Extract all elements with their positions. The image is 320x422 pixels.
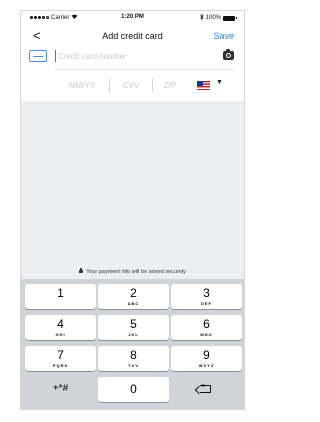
lock-icon <box>79 268 84 274</box>
key-digit: 7 <box>57 348 64 362</box>
key-letters: GHI <box>55 332 66 337</box>
key-letters: MNO <box>200 332 213 337</box>
card-details-row: ▼ <box>21 75 244 95</box>
key-4[interactable]: 4 GHI <box>25 315 96 340</box>
key-5[interactable]: 5 JKL <box>98 315 169 340</box>
key-digit: 4 <box>57 317 64 331</box>
key-digit: 5 <box>130 317 137 331</box>
key-9[interactable]: 9 WXYZ <box>171 346 242 371</box>
text-cursor <box>55 50 56 62</box>
camera-icon[interactable] <box>223 49 234 60</box>
key-digit: 2 <box>130 286 137 300</box>
key-7[interactable]: 7 PQRS <box>25 346 96 371</box>
key-letters: PQRS <box>52 363 69 368</box>
battery-percent: 100% <box>205 15 221 21</box>
us-flag-icon[interactable] <box>197 81 210 90</box>
field-separator <box>109 78 110 92</box>
key-letters: TUV <box>128 363 139 368</box>
field-separator <box>152 78 153 92</box>
key-letters: ABC <box>127 301 140 306</box>
key-2[interactable]: 2 ABC <box>98 284 169 309</box>
key-3[interactable]: 3 DEF <box>171 284 242 309</box>
key-digit: 1 <box>57 286 64 300</box>
key-digit: 8 <box>130 348 137 362</box>
numeric-keypad: 1 2 ABC 3 DEF 4 GHI 5 JKL 6 MNO 7 PQRS 8 <box>21 279 244 409</box>
delete-key[interactable] <box>171 377 242 402</box>
secure-message-text: Your payment info will be stored securel… <box>86 269 186 275</box>
country-dropdown-caret-icon[interactable]: ▼ <box>216 79 223 86</box>
field-divider <box>55 69 234 70</box>
page-title: Add credit card <box>102 31 163 41</box>
cvv-input[interactable] <box>113 77 149 93</box>
key-letters: WXYZ <box>198 363 215 368</box>
key-digit: 9 <box>203 348 210 362</box>
status-bar: Carrier 1:20 PM 100% <box>21 11 244 25</box>
battery-icon <box>223 15 237 21</box>
key-letters: DEF <box>201 301 212 306</box>
backspace-icon <box>200 383 211 393</box>
key-0[interactable]: 0 <box>98 377 169 402</box>
card-number-input[interactable] <box>58 48 198 64</box>
bluetooth-icon <box>199 13 204 22</box>
save-button[interactable]: Save <box>213 27 234 45</box>
key-6[interactable]: 6 MNO <box>171 315 242 340</box>
key-1[interactable]: 1 <box>25 284 96 309</box>
key-digit: 0 <box>130 382 137 396</box>
secure-storage-notice: Your payment info will be stored securel… <box>21 268 244 275</box>
zip-input[interactable] <box>155 77 185 93</box>
key-digit: 6 <box>203 317 210 331</box>
symbols-label: +*# <box>52 383 69 394</box>
key-letters: JKL <box>128 332 139 337</box>
content-background <box>21 101 244 279</box>
key-digit: 3 <box>203 286 210 300</box>
card-number-row <box>21 45 244 67</box>
credit-card-icon <box>29 50 47 62</box>
expiry-input[interactable] <box>57 77 107 93</box>
key-8[interactable]: 8 TUV <box>98 346 169 371</box>
status-right: 100% <box>199 13 237 22</box>
navigation-bar: < Add credit card Save <box>21 27 244 45</box>
phone-screen: Carrier 1:20 PM 100% < Add credit card S… <box>20 10 245 410</box>
symbols-key[interactable]: +*# <box>25 377 96 402</box>
